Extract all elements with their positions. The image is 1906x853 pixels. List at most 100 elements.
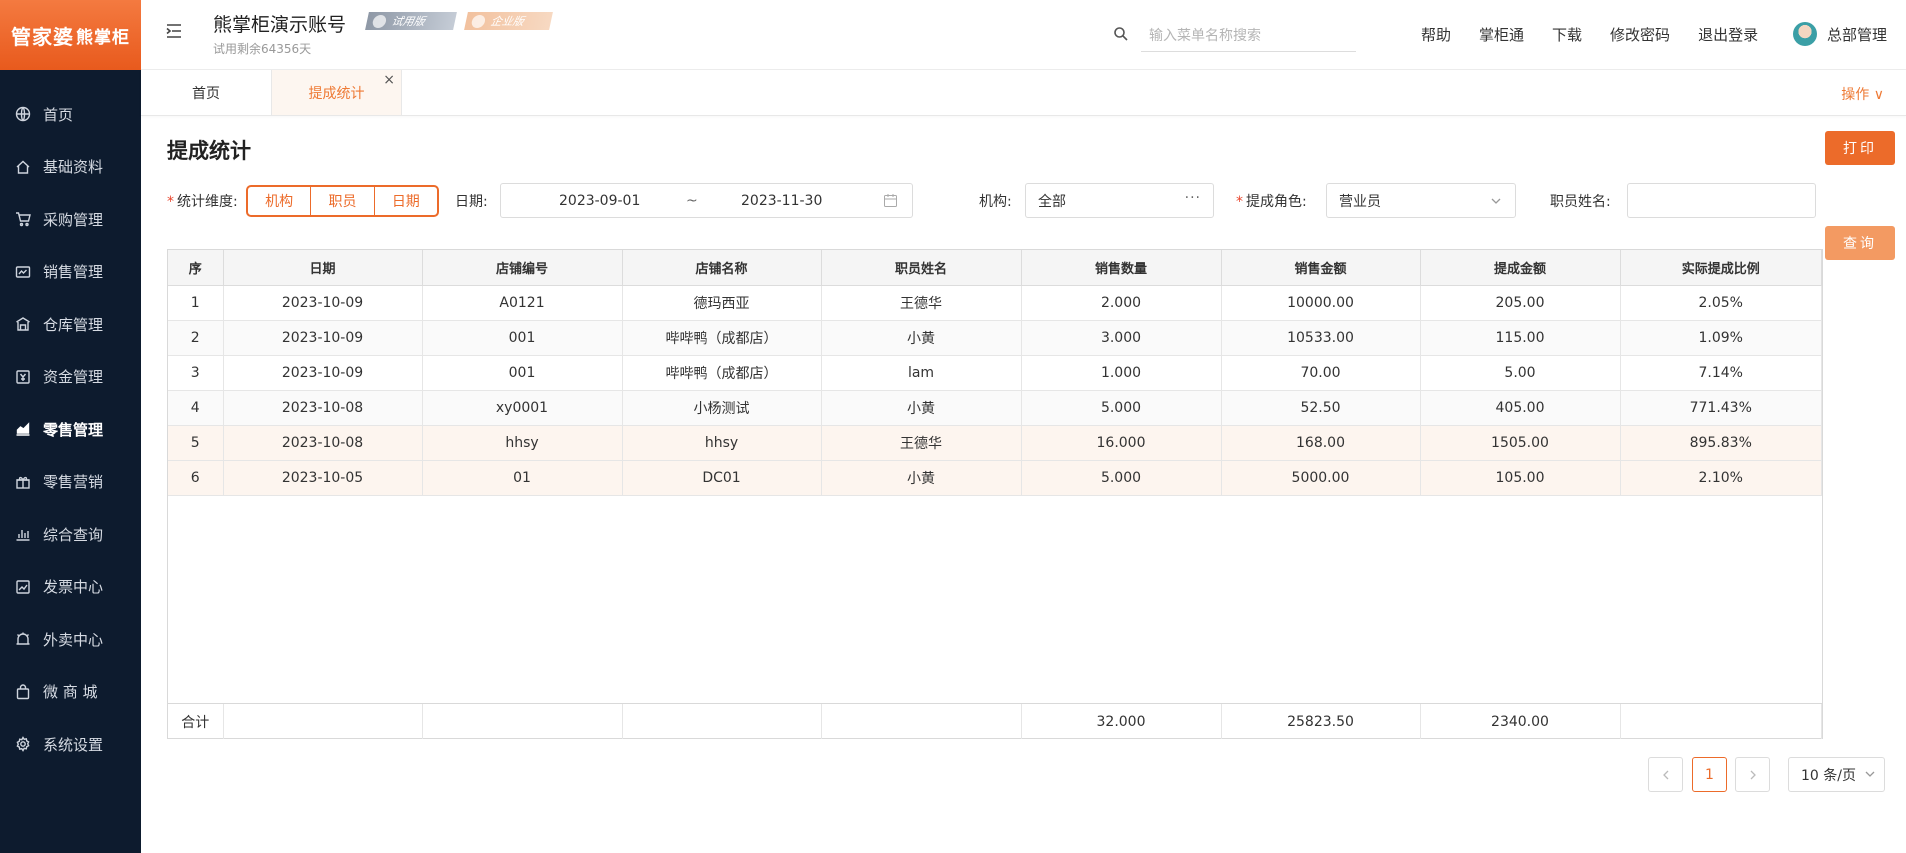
user-menu[interactable]: 总部管理	[1792, 22, 1887, 46]
table-cell: 5.000	[1021, 460, 1222, 496]
sidebar-item-1[interactable]: 基础资料	[0, 141, 141, 194]
summary-cell	[223, 704, 423, 739]
sidebar-item-4[interactable]: 仓库管理	[0, 298, 141, 351]
sidebar-nav: 首页基础资料采购管理销售管理仓库管理资金管理 零售管理 零售营销综合查询发票中心 外卖…	[0, 70, 141, 771]
help-link[interactable]: 帮助	[1421, 24, 1451, 45]
sidebar-item-7[interactable]: 零售营销	[0, 456, 141, 509]
column-header[interactable]: 销售金额	[1221, 250, 1421, 286]
menu-toggle-icon[interactable]	[165, 22, 183, 40]
dimension-staff-option[interactable]: 职员	[311, 187, 375, 215]
table-cell: A0121	[422, 285, 623, 321]
dimension-label: * 统计维度:	[167, 194, 238, 210]
sidebar-item-5[interactable]: 资金管理	[0, 351, 141, 404]
logout-link[interactable]: 退出登录	[1698, 24, 1758, 45]
home-icon	[15, 159, 31, 175]
sidebar-item-9[interactable]: 发票中心	[0, 561, 141, 614]
sidebar-item-8[interactable]: 综合查询	[0, 508, 141, 561]
column-header[interactable]: 日期	[223, 250, 423, 286]
sidebar-item-10[interactable]: 外卖中心	[0, 613, 141, 666]
sidebar-item-11[interactable]: 微 商 城	[0, 666, 141, 719]
table-cell: 1505.00	[1420, 425, 1621, 461]
close-icon[interactable]: ×	[383, 72, 395, 88]
sidebar-item-label: 综合查询	[43, 525, 104, 544]
date-from[interactable]: 2023-09-01	[559, 193, 640, 209]
dimension-label-text: 统计维度:	[177, 194, 238, 210]
bar-chart-icon	[15, 526, 31, 542]
table-row[interactable]: 2 2023-10-09 001 哔哔鸭（成都店） 小黄 3.000 10533.00 115…	[168, 320, 1822, 356]
table-row[interactable]: 6 2023-10-05 01 DC01 小黄 5.000 5000.00 105.00 2.1…	[168, 460, 1822, 496]
table-cell: 895.83%	[1620, 425, 1822, 461]
zhangguitong-link[interactable]: 掌柜通	[1479, 24, 1524, 45]
column-header[interactable]: 提成金额	[1420, 250, 1621, 286]
column-header[interactable]: 实际提成比例	[1620, 250, 1822, 286]
date-to[interactable]: 2023-11-30	[741, 193, 822, 209]
sidebar-item-3[interactable]: 销售管理	[0, 246, 141, 299]
print-button[interactable]: 打印	[1825, 131, 1895, 165]
org-select[interactable]: 全部 ···	[1025, 183, 1214, 218]
cart-icon	[15, 211, 31, 227]
table-row[interactable]: 3 2023-10-09 001 哔哔鸭（成都店） lam 1.000 70.00 5.00 7…	[168, 355, 1822, 391]
table-cell: lam	[821, 355, 1022, 391]
column-header[interactable]: 销售数量	[1021, 250, 1222, 286]
sidebar-item-label: 采购管理	[43, 210, 104, 229]
query-button[interactable]: 查询	[1825, 226, 1895, 260]
brand-logo[interactable]: 管家婆 熊掌柜	[0, 0, 141, 70]
user-name: 总部管理	[1826, 25, 1887, 44]
table-cell: 4	[168, 390, 224, 426]
dimension-date-option[interactable]: 日期	[375, 187, 437, 215]
sidebar-item-0[interactable]: 首页	[0, 88, 141, 141]
page-size-select[interactable]: 10 条/页	[1788, 757, 1885, 792]
page-title: 提成统计	[167, 139, 251, 163]
search-icon[interactable]	[1113, 26, 1129, 46]
trial-remaining: 试用剩余64356天	[213, 42, 312, 56]
table-row[interactable]: 4 2023-10-08 xy0001 小杨测试 小黄 5.000 52.50 405.00 7…	[168, 390, 1822, 426]
page-1-button[interactable]: 1	[1692, 757, 1727, 792]
download-link[interactable]: 下载	[1552, 24, 1582, 45]
table-cell: 168.00	[1221, 425, 1421, 461]
table-cell: 1	[168, 285, 224, 321]
finance-icon	[15, 369, 31, 385]
date-range-picker[interactable]: 2023-09-01 ~ 2023-11-30	[500, 183, 913, 218]
role-select[interactable]: 营业员	[1326, 183, 1516, 218]
tab-home[interactable]: 首页	[141, 70, 272, 115]
table-row[interactable]: 5 2023-10-08 hhsy hhsy 王德华 16.000 168.00 1505.0…	[168, 425, 1822, 461]
column-header[interactable]: 店铺名称	[622, 250, 822, 286]
column-header[interactable]: 店铺编号	[422, 250, 623, 286]
trial-badge-label: 试用版	[390, 15, 427, 28]
account-title: 熊掌柜演示账号	[213, 14, 347, 36]
dimension-org-option[interactable]: 机构	[248, 187, 312, 215]
table-cell: 王德华	[821, 285, 1022, 321]
column-header[interactable]: 职员姓名	[821, 250, 1022, 286]
table-header-row: 序日期 店铺编号 店铺名称 职员姓名 销售数量 销售金额 提成金额 实际提成比例	[168, 250, 1822, 286]
table-cell: 16.000	[1021, 425, 1222, 461]
column-header[interactable]: 序	[168, 250, 224, 286]
more-icon[interactable]: ···	[1185, 190, 1201, 206]
table-row[interactable]: 1 2023-10-09 A0121 德玛西亚 王德华 2.000 10000.00 205.…	[168, 285, 1822, 321]
table-cell: 1.000	[1021, 355, 1222, 391]
sidebar-item-2[interactable]: 采购管理	[0, 193, 141, 246]
globe-icon	[15, 106, 31, 122]
sidebar-item-6[interactable]: 零售管理	[0, 403, 141, 456]
calendar-icon[interactable]	[883, 193, 898, 212]
table-cell: 5000.00	[1221, 460, 1421, 496]
table-cell: 2	[168, 320, 224, 356]
table-cell: 6	[168, 460, 224, 496]
sidebar-item-label: 首页	[43, 105, 74, 124]
table-cell: 小黄	[821, 390, 1022, 426]
staff-name-input[interactable]	[1627, 183, 1816, 218]
search-input[interactable]	[1141, 20, 1356, 51]
sidebar-item-12[interactable]: 系统设置	[0, 718, 141, 771]
gift-icon	[15, 474, 31, 490]
commission-table: 序日期 店铺编号 店铺名称 职员姓名 销售数量 销售金额 提成金额 实际提成比例 1 2023-…	[167, 249, 1823, 739]
sidebar-item-label: 微 商 城	[43, 683, 98, 702]
table-cell: 7.14%	[1620, 355, 1822, 391]
prev-page-button[interactable]	[1648, 757, 1683, 792]
table-cell: 小杨测试	[622, 390, 822, 426]
table-cell: 5.000	[1021, 390, 1222, 426]
next-page-button[interactable]	[1735, 757, 1770, 792]
sidebar-item-label: 仓库管理	[43, 315, 104, 334]
change-password-link[interactable]: 修改密码	[1610, 24, 1670, 45]
tab-commission-stats[interactable]: 提成统计 ×	[272, 70, 402, 115]
sidebar-item-label: 系统设置	[43, 735, 104, 754]
operations-menu[interactable]: 操作 ∨	[1841, 84, 1884, 104]
